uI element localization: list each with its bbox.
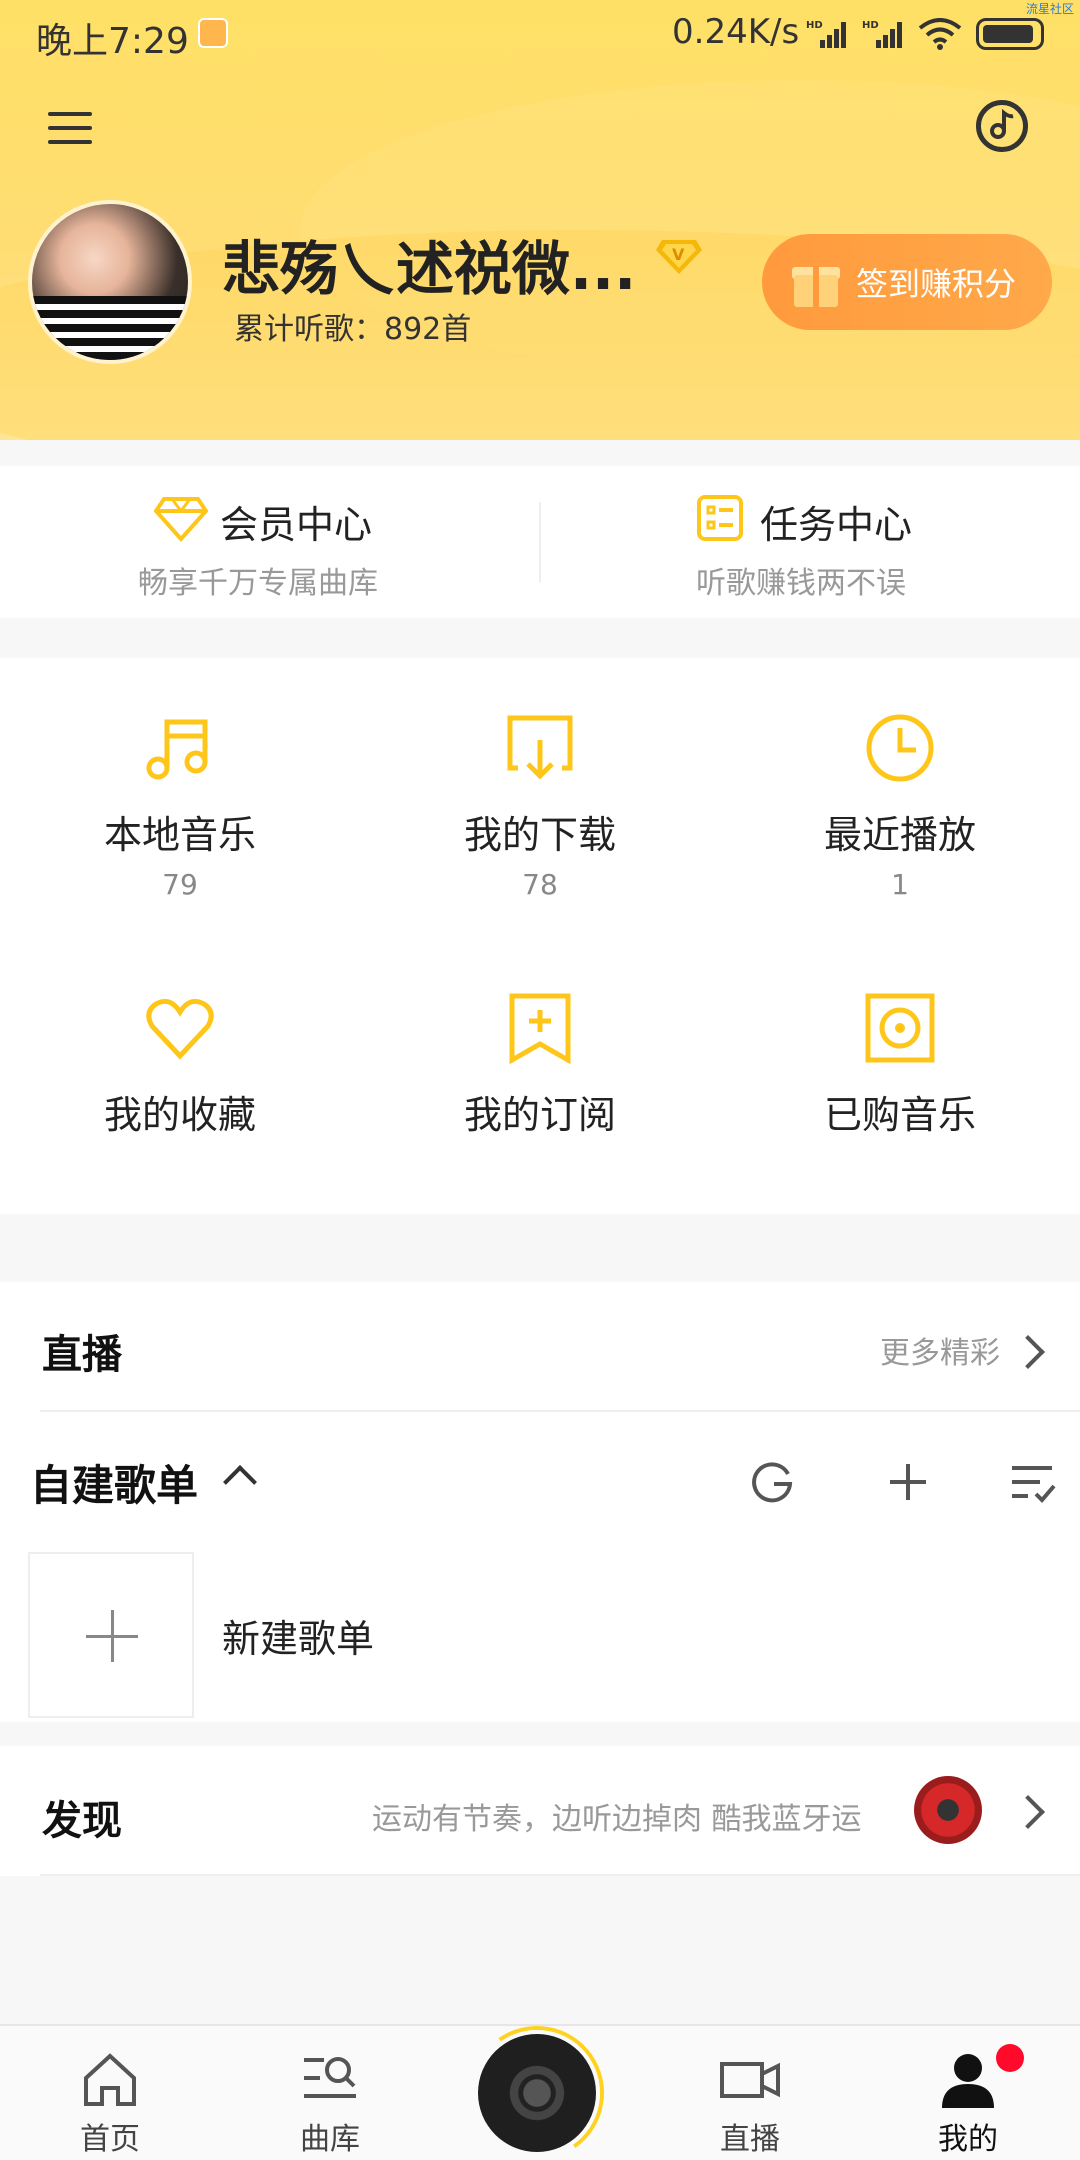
username[interactable]: 悲殇乀述祱微... — [222, 222, 636, 306]
bookmark-plus-icon — [509, 993, 571, 1064]
signal-hd-label: HD — [806, 20, 823, 31]
nav-library[interactable]: 曲库 — [250, 2026, 410, 2160]
task-list-icon — [697, 495, 743, 541]
refresh-sync-icon[interactable] — [744, 1454, 800, 1510]
status-bar: 晚上7:29 0.24K/s HD HD 流星社区 — [0, 0, 1080, 70]
battery-icon — [976, 18, 1044, 50]
grid-item-favorites[interactable]: 我的收藏 — [0, 938, 360, 1208]
music-note-icon — [146, 719, 208, 780]
listen-count: 累计听歌：892首 — [234, 312, 472, 347]
new-playlist-label[interactable]: 新建歌单 — [222, 1608, 374, 1663]
app-notification-icon — [198, 18, 228, 48]
grid-item-local-music[interactable]: 本地音乐 79 — [0, 658, 360, 928]
member-center-subtitle: 畅享千万专属曲库 — [138, 566, 378, 601]
discover-section[interactable]: 发现 运动有节奏，边听边掉肉 酷我蓝牙运 — [0, 1746, 1080, 1876]
download-icon — [507, 715, 573, 780]
signal-strength-icon: HD — [862, 20, 902, 48]
nav-live[interactable]: 直播 — [670, 2026, 830, 2160]
grid-item-recent[interactable]: 最近播放 1 — [720, 658, 1080, 928]
checkin-label: 签到赚积分 — [856, 265, 1017, 303]
new-playlist-button[interactable] — [28, 1552, 194, 1718]
task-center-title: 任务中心 — [760, 503, 913, 547]
grid-count: 1 — [891, 868, 909, 901]
grid-count: 79 — [162, 868, 198, 901]
chevron-right-icon — [1011, 1795, 1045, 1829]
video-camera-icon — [720, 2062, 780, 2098]
vip-diamond-icon[interactable]: V — [656, 238, 702, 274]
vip-badge-letter: V — [672, 245, 685, 264]
playlist-title[interactable]: 自建歌单 — [30, 1452, 198, 1513]
nav-label: 我的 — [938, 2122, 998, 2157]
network-speed: 0.24K/s — [672, 12, 800, 52]
menu-icon[interactable] — [48, 108, 96, 148]
collapse-icon[interactable] — [223, 1465, 257, 1499]
profile-header: 晚上7:29 0.24K/s HD HD 流星社区 悲殇乀述祱微... V 累计… — [0, 0, 1080, 440]
diamond-icon — [154, 497, 208, 542]
grid-label: 我的订阅 — [463, 1093, 616, 1137]
signal-hd-label: HD — [862, 20, 879, 31]
add-icon[interactable] — [880, 1454, 936, 1510]
nav-home[interactable]: 首页 — [30, 2026, 190, 2160]
grid-item-purchased[interactable]: 已购音乐 — [720, 938, 1080, 1208]
grid-label: 最近播放 — [823, 813, 976, 857]
chevron-right-icon — [1011, 1335, 1045, 1369]
music-note-icon[interactable] — [976, 100, 1028, 152]
grid-label: 已购音乐 — [823, 1093, 976, 1137]
user-icon — [942, 2054, 994, 2108]
grid-label: 我的收藏 — [103, 1093, 256, 1137]
nav-label: 直播 — [720, 2122, 780, 2157]
member-center[interactable]: 会员中心 畅享千万专属曲库 — [0, 466, 540, 618]
manage-list-icon[interactable] — [1004, 1454, 1060, 1510]
grid-label: 本地音乐 — [103, 813, 256, 857]
now-playing-disc-icon[interactable] — [478, 2034, 596, 2152]
vip-task-row: 会员中心 畅享千万专属曲库 任务中心 听歌赚钱两不误 — [0, 466, 1080, 618]
live-section[interactable]: 直播 更多精彩 — [0, 1282, 1080, 1412]
purchased-disc-icon — [865, 993, 935, 1063]
gift-icon — [792, 257, 840, 307]
task-center-subtitle: 听歌赚钱两不误 — [696, 566, 906, 601]
screen: 晚上7:29 0.24K/s HD HD 流星社区 悲殇乀述祱微... V 累计… — [0, 0, 1080, 2160]
divider — [40, 1874, 1080, 1876]
member-center-title: 会员中心 — [220, 503, 373, 547]
notification-dot — [996, 2044, 1024, 2072]
status-time: 晚上7:29 — [36, 21, 189, 62]
grid-item-downloads[interactable]: 我的下载 78 — [360, 658, 720, 928]
grid-label: 我的下载 — [463, 813, 616, 857]
live-more-link[interactable]: 更多精彩 — [880, 1328, 1000, 1372]
playlist-section: 自建歌单 新建歌单 — [0, 1412, 1080, 1722]
grid-count: 78 — [522, 868, 558, 901]
function-grid: 本地音乐 79 我的下载 78 最近播放 1 我的收藏 我的订阅 已购音乐 — [0, 658, 1080, 1214]
clock-icon — [866, 714, 934, 782]
nav-label: 曲库 — [300, 2122, 360, 2157]
promo-thumbnail — [914, 1776, 982, 1844]
avatar[interactable] — [28, 200, 192, 364]
library-search-icon — [304, 2057, 356, 2098]
checkin-button[interactable]: 签到赚积分 — [762, 234, 1052, 330]
wifi-icon — [918, 18, 962, 50]
watermark-text: 流星社区 — [1025, 2, 1074, 16]
heart-icon — [146, 998, 214, 1060]
live-title: 直播 — [42, 1332, 122, 1378]
task-center[interactable]: 任务中心 听歌赚钱两不误 — [540, 466, 1080, 618]
grid-item-subscriptions[interactable]: 我的订阅 — [360, 938, 720, 1208]
discover-title: 发现 — [42, 1798, 122, 1844]
nav-label: 首页 — [80, 2122, 140, 2157]
home-icon — [84, 2053, 136, 2106]
discover-promo-text: 运动有节奏，边听边掉肉 酷我蓝牙运 — [372, 1802, 862, 1837]
signal-strength-icon: HD — [806, 20, 846, 48]
nav-mine[interactable]: 我的 — [888, 2026, 1048, 2160]
